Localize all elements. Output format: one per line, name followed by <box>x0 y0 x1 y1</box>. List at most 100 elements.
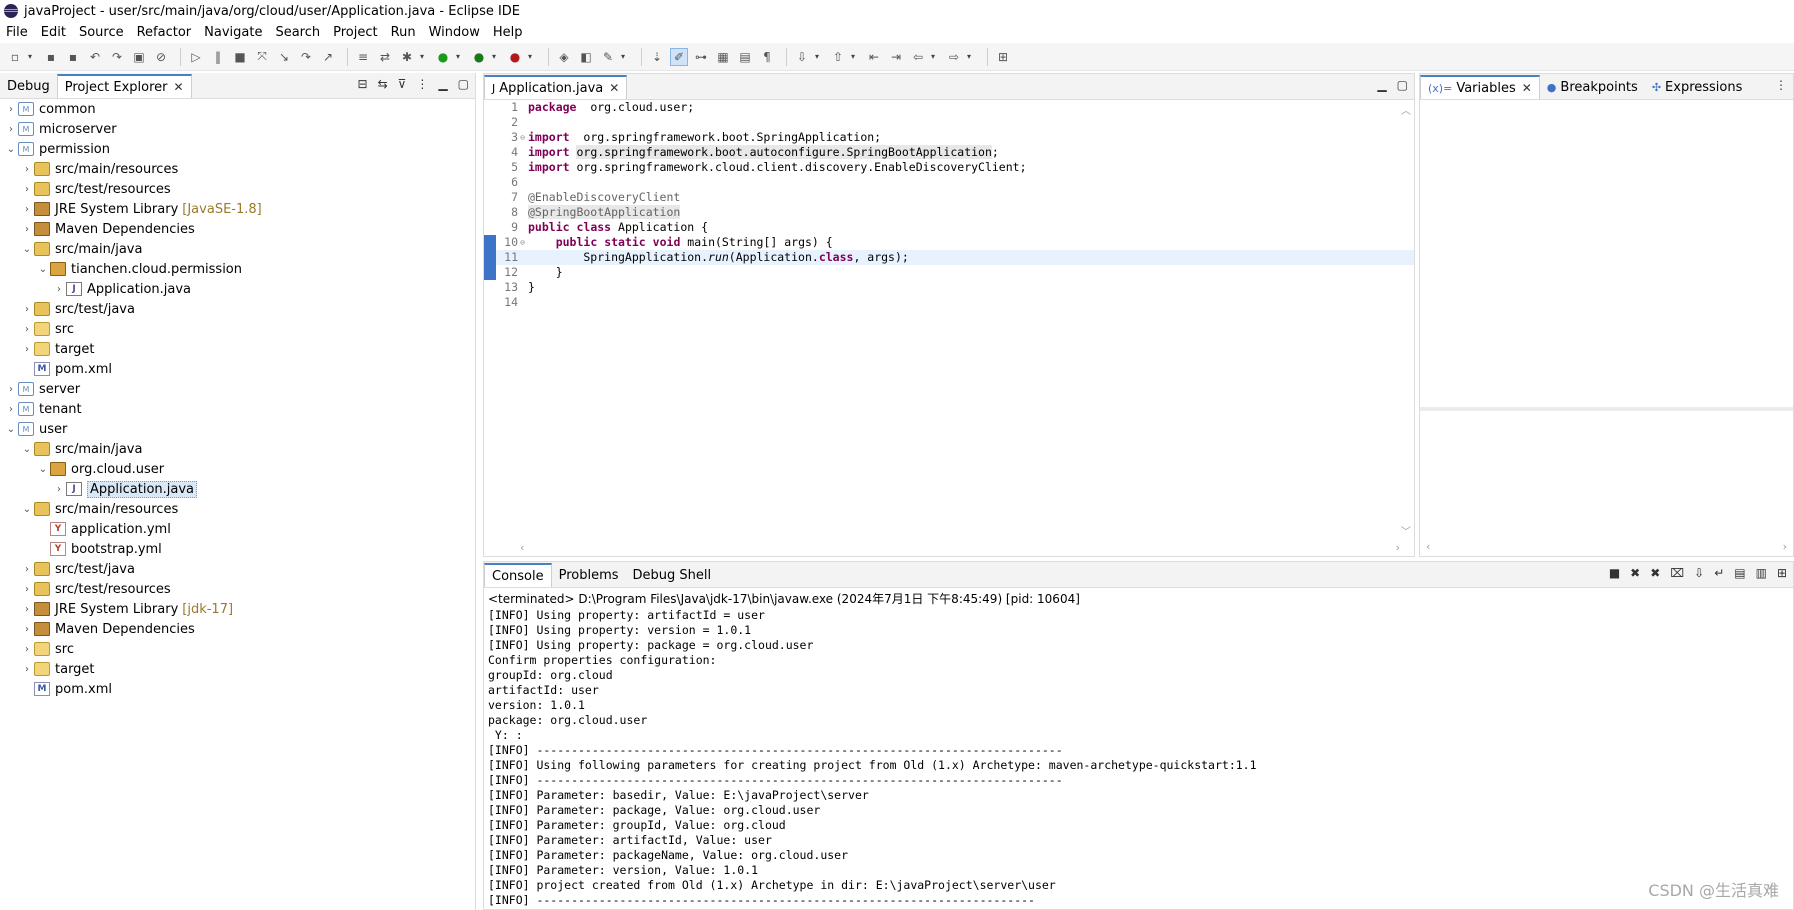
back-dropdown-icon[interactable]: ▾ <box>931 52 939 61</box>
forward-icon[interactable]: ⇨ <box>945 48 963 66</box>
show-console-on-stdout-icon[interactable]: ▤ <box>1734 566 1745 580</box>
view-menu-icon[interactable]: ⋮ <box>416 77 428 91</box>
tree-item-pom-xml[interactable]: Mpom.xml <box>0 359 475 379</box>
menu-run[interactable]: Run <box>391 25 416 40</box>
menu-refactor[interactable]: Refactor <box>137 25 192 40</box>
next-annotation-icon[interactable]: ⇣ <box>648 48 666 66</box>
tree-item-src[interactable]: › src <box>0 639 475 659</box>
suspend-icon[interactable]: ‖ <box>209 48 227 66</box>
tab-debug[interactable]: Debug <box>0 74 57 98</box>
link-with-editor-icon[interactable]: ⇆ <box>378 77 388 91</box>
fold-icon[interactable]: ⊖ <box>520 235 525 250</box>
chevron-right-icon[interactable]: › <box>4 104 18 115</box>
tree-item-user[interactable]: ⌄ Muser <box>0 419 475 439</box>
fold-icon[interactable]: ⊖ <box>520 130 525 145</box>
remove-all-terminated-icon[interactable]: ✖ <box>1650 566 1660 580</box>
block-selection-icon[interactable]: ▦ <box>714 48 732 66</box>
menu-file[interactable]: File <box>6 25 28 40</box>
close-icon[interactable]: ✕ <box>174 80 184 94</box>
scroll-left-icon[interactable]: ‹ <box>1426 540 1430 554</box>
code-line[interactable]: 12 } <box>484 265 1414 280</box>
show-whitespace-icon[interactable]: ¶ <box>758 48 776 66</box>
tree-item-target[interactable]: › target <box>0 659 475 679</box>
tree-item-src-test-resources[interactable]: › src/test/resources <box>0 179 475 199</box>
code-line[interactable]: 14 <box>484 295 1414 310</box>
chevron-right-icon[interactable]: › <box>20 164 34 175</box>
code-line[interactable]: 11 SpringApplication.run(Application.cla… <box>484 250 1414 265</box>
console-view-icon[interactable]: ▣ <box>130 48 148 66</box>
use-step-filters-icon[interactable]: ⇄ <box>376 48 394 66</box>
chevron-right-icon[interactable]: › <box>20 624 34 635</box>
tree-item-src-main-java[interactable]: ⌄ src/main/java <box>0 239 475 259</box>
tab-breakpoints[interactable]: ● Breakpoints <box>1540 75 1645 99</box>
save-icon[interactable]: ▪ <box>42 48 60 66</box>
code-editor[interactable]: 1 package org.cloud.user; 2 3 ⊖ import org.sp… <box>484 100 1414 536</box>
chevron-right-icon[interactable]: › <box>20 184 34 195</box>
forward-dropdown-icon[interactable]: ▾ <box>967 52 975 61</box>
tab-problems[interactable]: Problems <box>552 563 626 587</box>
step-over-icon[interactable]: ↷ <box>297 48 315 66</box>
menu-search[interactable]: Search <box>275 25 320 40</box>
code-line[interactable]: 4 import org.springframework.boot.autocon… <box>484 145 1414 160</box>
chevron-down-icon[interactable]: ⌄ <box>20 444 34 455</box>
chevron-right-icon[interactable]: › <box>4 384 18 395</box>
chevron-down-icon[interactable]: ⌄ <box>4 144 18 155</box>
coverage-icon[interactable]: ● <box>470 48 488 66</box>
external-tools-dropdown-icon[interactable]: ▾ <box>528 52 536 61</box>
previous-edit-dropdown-icon[interactable]: ▾ <box>851 52 859 61</box>
chevron-right-icon[interactable]: › <box>20 644 34 655</box>
tab-variables[interactable]: (x)= Variables ✕ <box>1420 75 1540 99</box>
word-wrap-icon[interactable]: ▤ <box>736 48 754 66</box>
tree-item-maven-dependencies[interactable]: › Maven Dependencies <box>0 219 475 239</box>
toggle-mark-occurrences-icon[interactable]: ✐ <box>670 47 688 66</box>
resume-icon[interactable]: ▷ <box>187 48 205 66</box>
chevron-right-icon[interactable]: › <box>20 204 34 215</box>
skip-breakpoints-icon[interactable]: ⊘ <box>152 48 170 66</box>
tree-item-src-main-java[interactable]: ⌄ src/main/java <box>0 439 475 459</box>
tree-item-maven-dependencies[interactable]: › Maven Dependencies <box>0 619 475 639</box>
code-line[interactable]: 9 public class Application { <box>484 220 1414 235</box>
scroll-right-icon[interactable]: › <box>1396 541 1400 554</box>
menu-help[interactable]: Help <box>493 25 523 40</box>
code-line[interactable]: 13} <box>484 280 1414 295</box>
console-output[interactable]: [INFO] Using property: artifactId = user… <box>484 608 1793 909</box>
disconnect-icon[interactable]: ⤧ <box>253 48 271 66</box>
previous-edit-icon[interactable]: ⇧ <box>829 48 847 66</box>
minimize-icon[interactable]: ▁ <box>1377 78 1386 92</box>
tree-item-microserver[interactable]: › Mmicroserver <box>0 119 475 139</box>
collapse-all-icon[interactable]: ⊟ <box>358 77 368 91</box>
back-icon[interactable]: ⇦ <box>909 48 927 66</box>
last-edit-location-icon[interactable]: ⇤ <box>865 48 883 66</box>
new-dropdown-icon[interactable]: ▾ <box>28 52 36 61</box>
tree-item-tenant[interactable]: › Mtenant <box>0 399 475 419</box>
open-console-icon[interactable]: ⊞ <box>1777 566 1787 580</box>
menu-window[interactable]: Window <box>429 25 480 40</box>
tree-item-bootstrap-yml[interactable]: Ybootstrap.yml <box>0 539 475 559</box>
code-line[interactable]: 1 package org.cloud.user; <box>484 100 1414 115</box>
clear-console-icon[interactable]: ⌧ <box>1670 566 1684 580</box>
new-icon[interactable]: ▫ <box>6 48 24 66</box>
filter-icon[interactable]: ⊽ <box>398 77 407 91</box>
coverage-dropdown-icon[interactable]: ▾ <box>492 52 500 61</box>
tree-item-jre-system-library[interactable]: › JRE System Library [JavaSE-1.8] <box>0 199 475 219</box>
undo-icon[interactable]: ↶ <box>86 48 104 66</box>
open-perspective-icon[interactable]: ⊞ <box>994 48 1012 66</box>
new-java-project-icon[interactable]: ◈ <box>555 48 573 66</box>
variables-detail-divider[interactable] <box>1420 407 1793 411</box>
menu-edit[interactable]: Edit <box>41 25 66 40</box>
terminate-icon[interactable]: ■ <box>1609 566 1620 580</box>
chevron-right-icon[interactable]: › <box>20 224 34 235</box>
tree-item-src-main-resources[interactable]: › src/main/resources <box>0 159 475 179</box>
chevron-down-icon[interactable]: ⌄ <box>4 424 18 435</box>
show-console-on-stderr-icon[interactable]: ▥ <box>1756 566 1767 580</box>
tree-item-server[interactable]: › Mserver <box>0 379 475 399</box>
scroll-left-icon[interactable]: ‹ <box>520 541 524 554</box>
step-return-icon[interactable]: ↗ <box>319 48 337 66</box>
chevron-down-icon[interactable]: ⌄ <box>36 264 50 275</box>
close-icon[interactable]: ✕ <box>1522 81 1532 95</box>
save-all-icon[interactable]: ▪ <box>64 48 82 66</box>
debug-dropdown-icon[interactable]: ▾ <box>420 52 428 61</box>
tab-console[interactable]: Console <box>484 563 552 587</box>
redo-icon[interactable]: ↷ <box>108 48 126 66</box>
menu-source[interactable]: Source <box>79 25 124 40</box>
